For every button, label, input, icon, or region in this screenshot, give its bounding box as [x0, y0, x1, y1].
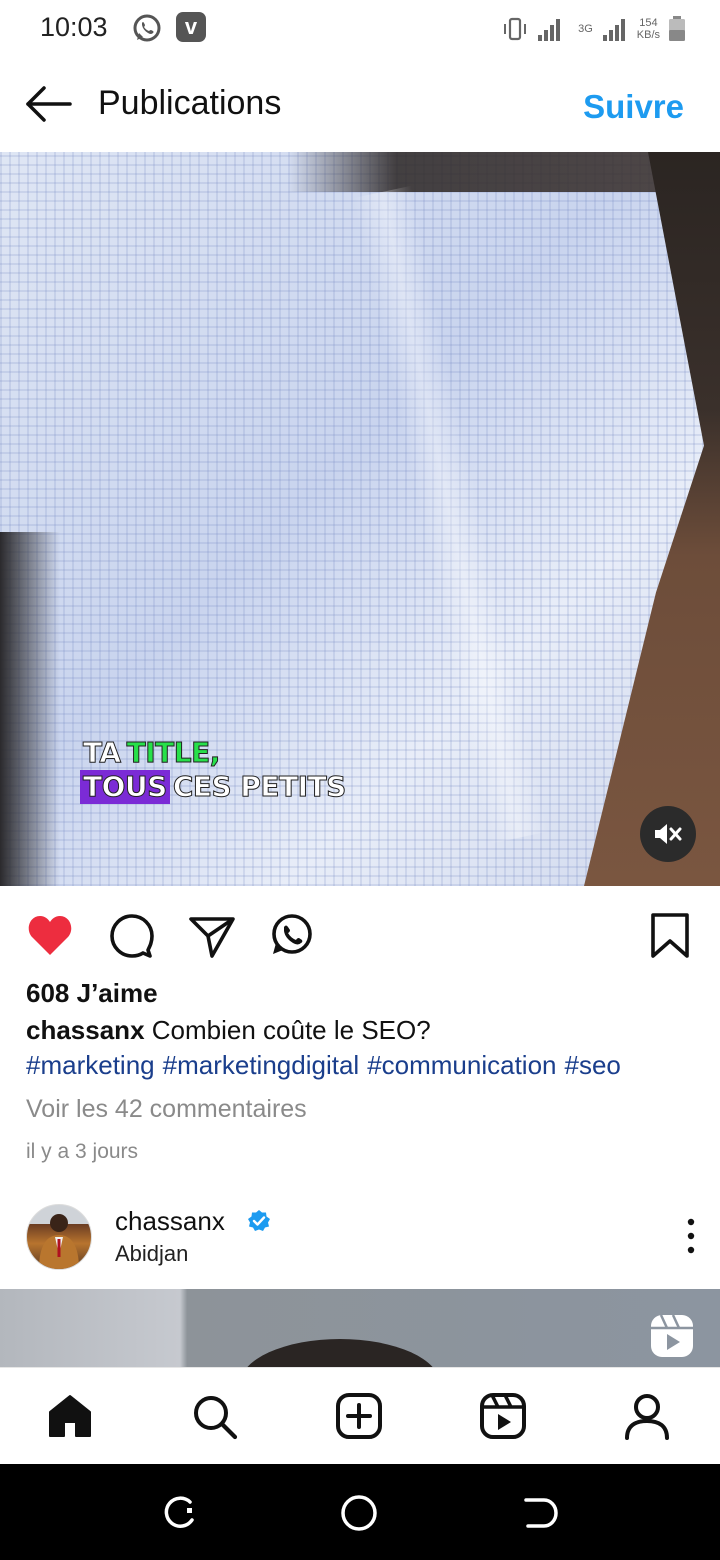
like-count[interactable]: 608 J’aime [26, 978, 158, 1009]
status-time: 10:03 [40, 12, 108, 42]
caption-username[interactable]: chassanx [26, 1015, 145, 1045]
next-post-header: chassanx Abidjan [0, 1186, 720, 1288]
caption-text: Combien coûte le SEO? [151, 1015, 431, 1045]
video-subtitle: TA TITLE, TOUS CES PETITS [80, 736, 349, 804]
next-post-location[interactable]: Abidjan [115, 1241, 188, 1267]
network-type: 3G [578, 23, 593, 35]
next-post-media[interactable] [0, 1289, 720, 1367]
verified-badge-icon [248, 1210, 270, 1231]
hashtag[interactable]: #seo [565, 1050, 621, 1080]
status-right-cluster: 3G 154 KB/s [502, 14, 686, 44]
search-icon[interactable] [190, 1392, 238, 1440]
signal-icon-2 [602, 19, 625, 41]
video-background-shadow [0, 152, 720, 192]
more-options-icon[interactable] [678, 1216, 704, 1256]
network-type-label: 3G [578, 23, 593, 35]
subtitle-word: CES PETITS [172, 770, 347, 804]
follow-button[interactable]: Suivre [583, 88, 684, 126]
muted-speaker-icon [655, 824, 682, 844]
vibrate-icon [504, 17, 527, 41]
post-actions [0, 886, 720, 982]
network-speed-value: 154 [639, 17, 658, 29]
share-icon[interactable] [188, 912, 236, 958]
mute-button[interactable] [640, 806, 696, 862]
home-button-icon[interactable] [340, 1494, 378, 1532]
bookmark-icon[interactable] [646, 912, 694, 958]
hashtag-list: #marketing #marketingdigital #communicatio… [26, 1050, 629, 1081]
recent-apps-icon[interactable] [160, 1494, 198, 1532]
whatsapp-share-icon[interactable] [267, 912, 315, 958]
hashtag[interactable]: #communication [367, 1050, 556, 1080]
next-post-media-subject [240, 1339, 440, 1367]
back-button-icon[interactable] [520, 1494, 558, 1532]
subtitle-word: TA [83, 736, 122, 770]
back-arrow-icon[interactable] [22, 82, 74, 126]
post-timestamp: il y a 3 jours [26, 1140, 139, 1163]
bottom-navigation [0, 1367, 720, 1465]
network-speed: 154 KB/s [637, 17, 660, 41]
top-app-bar: Publications Suivre [0, 56, 720, 152]
signal-icon [538, 19, 561, 41]
system-navigation-bar [0, 1464, 720, 1560]
next-post-username[interactable]: chassanx [115, 1206, 225, 1237]
create-post-icon[interactable] [335, 1392, 383, 1440]
hashtag[interactable]: #marketingdigital [163, 1050, 360, 1080]
view-comments-link[interactable]: Voir les 42 commentaires [26, 1095, 307, 1124]
network-speed-unit: KB/s [636, 29, 660, 41]
v-app-icon: v [176, 12, 206, 42]
video-background-object [584, 152, 720, 886]
post-video[interactable]: TA TITLE, TOUS CES PETITS [0, 152, 720, 886]
shirt-highlight [352, 185, 549, 844]
avatar[interactable] [26, 1204, 92, 1270]
subtitle-boxed-word: TOUS [80, 770, 170, 804]
heart-icon[interactable] [26, 912, 74, 958]
whatsapp-icon [133, 14, 161, 42]
battery-icon [669, 16, 685, 41]
post-caption: chassanx Combien coûte le SEO? [26, 1015, 431, 1046]
profile-icon[interactable] [623, 1392, 671, 1440]
comment-icon[interactable] [108, 912, 156, 958]
avatar-portrait [39, 1214, 79, 1269]
home-icon[interactable] [46, 1392, 94, 1440]
reels-nav-icon[interactable] [479, 1392, 527, 1440]
hashtag[interactable]: #marketing [26, 1050, 155, 1080]
status-bar: 10:03 v 3G 154 KB/s [0, 0, 720, 56]
page-title: Publications [98, 84, 282, 122]
reels-icon [651, 1314, 693, 1357]
subtitle-highlight-word: TITLE, [126, 736, 221, 770]
video-shadow-left [0, 532, 60, 886]
